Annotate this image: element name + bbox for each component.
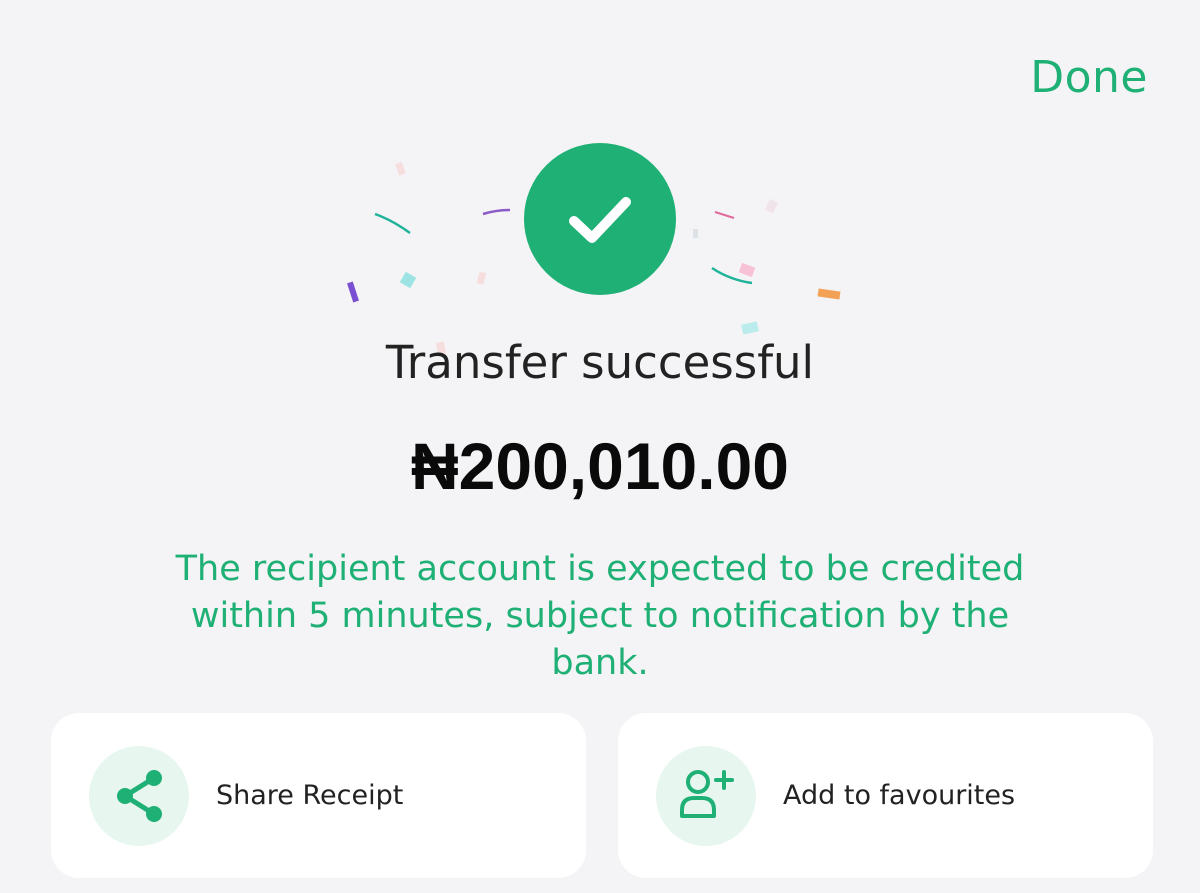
transfer-amount: ₦200,010.00 bbox=[411, 429, 789, 503]
add-to-favourites-button[interactable]: Add to favourites bbox=[618, 713, 1153, 878]
share-icon-wrapper bbox=[89, 745, 189, 846]
success-check-badge bbox=[524, 143, 676, 295]
done-button[interactable]: Done bbox=[1030, 52, 1148, 103]
share-receipt-label: Share Receipt bbox=[216, 780, 404, 811]
add-user-icon bbox=[680, 769, 734, 818]
share-receipt-button[interactable]: Share Receipt bbox=[51, 713, 586, 878]
share-icon bbox=[117, 769, 162, 822]
credit-notice: The recipient account is expected to be … bbox=[175, 549, 1025, 683]
check-icon bbox=[569, 197, 631, 243]
add-user-icon-wrapper bbox=[656, 745, 756, 846]
page-title: Transfer successful bbox=[385, 336, 815, 389]
add-to-favourites-label: Add to favourites bbox=[783, 780, 1016, 811]
